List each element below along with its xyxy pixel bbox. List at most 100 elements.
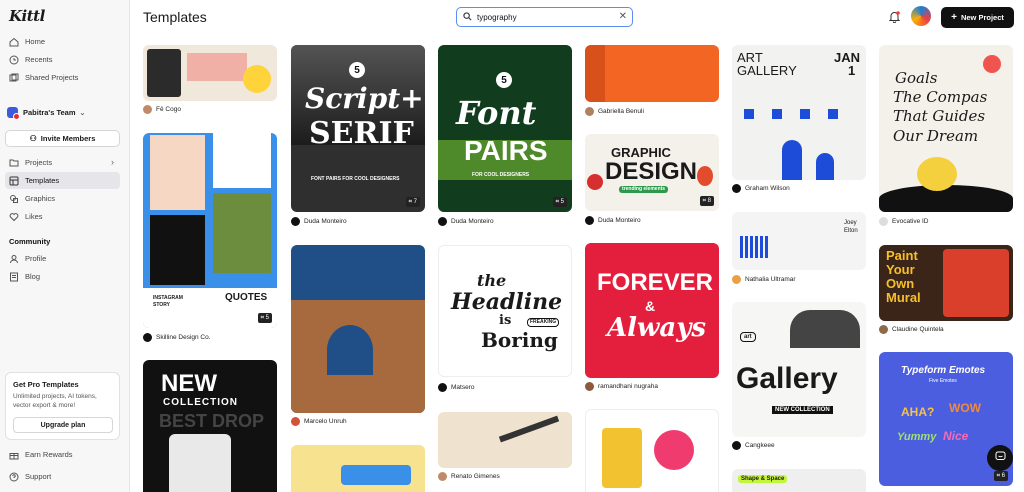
avatar (732, 184, 741, 193)
new-project-button[interactable]: + New Project (941, 7, 1014, 28)
pro-upsell-card: Get Pro Templates Unlimited projects, AI… (5, 372, 120, 440)
template-card[interactable]: Goals The Compas That Guides Our Dream (879, 45, 1013, 212)
card-author[interactable]: Matsero (438, 383, 474, 392)
help-chat-button[interactable] (987, 445, 1013, 471)
template-card[interactable] (291, 245, 425, 413)
avatar (879, 217, 888, 226)
clock-icon (9, 55, 19, 65)
card-text: NEW (161, 370, 217, 397)
sidebar-item-recents[interactable]: Recents (5, 51, 120, 68)
avatar (143, 333, 152, 342)
card-author[interactable]: Duda Monteiro (438, 217, 494, 226)
page-title: Templates (143, 9, 207, 25)
help-circle-icon (9, 472, 19, 482)
avatar (291, 217, 300, 226)
sidebar-item-label: Likes (25, 212, 43, 221)
card-author[interactable]: Claudine Quintela (879, 325, 944, 334)
upgrade-plan-button[interactable]: Upgrade plan (13, 417, 113, 433)
template-card[interactable]: the Headline is Boring FREAKING (438, 245, 572, 377)
sidebar-item-label: Home (25, 37, 46, 46)
bell-icon[interactable] (888, 10, 901, 28)
card-author[interactable]: Cangkeee (732, 441, 775, 450)
card-author[interactable]: Evocative ID (879, 217, 929, 226)
author-name: Gabriella Benuli (598, 108, 644, 115)
template-card[interactable]: Joey Elton (732, 212, 866, 270)
card-text: trending elements (619, 186, 669, 193)
card-text: Script+ (305, 82, 424, 115)
card-author[interactable]: Skilline Design Co. (143, 333, 211, 342)
card-text: FOREVER (597, 269, 714, 296)
card-text: Always (607, 313, 707, 343)
card-author[interactable]: Renato Gimenes (438, 472, 500, 481)
search-input[interactable] (477, 12, 607, 22)
avatar (143, 105, 152, 114)
template-card[interactable]: NEW COLLECTION BEST DROP (143, 360, 277, 492)
template-card[interactable]: INSTAGRAM STORY QUOTES ⌗ 5 (143, 133, 277, 328)
card-text: WOW (949, 401, 981, 415)
sidebar-item-support[interactable]: Support (5, 468, 120, 485)
card-text: That Guides (893, 107, 986, 125)
sidebar-item-label: Blog (25, 272, 41, 281)
template-card[interactable] (585, 45, 719, 102)
team-switcher[interactable]: Pabitra's Team ⌄ (7, 107, 86, 120)
sidebar-item-templates[interactable]: Templates (5, 172, 120, 189)
chat-icon (995, 449, 1006, 467)
sidebar-item-profile[interactable]: Profile (5, 250, 120, 267)
avatar (732, 441, 741, 450)
template-card[interactable] (143, 45, 277, 101)
sidebar-item-earn-rewards[interactable]: Earn Rewards (5, 446, 120, 463)
template-card[interactable] (291, 445, 425, 492)
template-card[interactable] (438, 412, 572, 468)
avatar (585, 382, 594, 391)
clear-search-icon[interactable]: ✕ (619, 11, 627, 22)
card-author[interactable]: Marcelo Unruh (291, 417, 347, 426)
template-card[interactable]: FOREVER & Always (585, 243, 719, 378)
card-text: Mural (886, 290, 921, 305)
page-count: 5 (265, 315, 269, 321)
sidebar-item-likes[interactable]: Likes (5, 208, 120, 225)
card-text: Font (456, 94, 537, 132)
sidebar-item-projects[interactable]: Projects › (5, 154, 120, 171)
author-name: Cangkeee (745, 442, 775, 449)
card-text: FREAKING (527, 318, 560, 327)
avatar (585, 107, 594, 116)
sidebar-item-home[interactable]: Home (5, 33, 120, 50)
search-bar[interactable]: ✕ (456, 7, 633, 27)
sidebar-item-shared-projects[interactable]: Shared Projects (5, 69, 120, 86)
home-icon (9, 37, 19, 47)
sidebar-item-label: Profile (25, 254, 47, 263)
template-card[interactable] (585, 409, 719, 492)
sidebar-item-blog[interactable]: Blog (5, 268, 120, 285)
chevron-down-icon: ⌄ (79, 109, 86, 117)
card-author[interactable]: Nathalia Ultramar (732, 275, 796, 284)
card-author[interactable]: Graham Wilson (732, 184, 790, 193)
template-card[interactable]: ART GALLERY JAN 1 (732, 45, 866, 180)
card-author[interactable]: Duda Monteiro (291, 217, 347, 226)
invite-members-button[interactable]: ⚇ Invite Members (5, 130, 120, 147)
graphics-icon (9, 194, 19, 204)
sidebar-item-label: Templates (25, 176, 60, 185)
template-card[interactable]: GRAPHIC DESIGN trending elements ⌗ 8 (585, 134, 719, 211)
card-text: Headline (451, 289, 563, 315)
template-card[interactable]: Paint Your Own Mural (879, 245, 1013, 321)
template-icon (9, 176, 19, 186)
sidebar-item-graphics[interactable]: Graphics (5, 190, 120, 207)
card-text: SERIF (309, 116, 414, 151)
page-count-badge: ⌗ 5 (257, 313, 272, 323)
page-count-badge: ⌗ 8 (699, 196, 714, 206)
avatar (438, 217, 447, 226)
card-author[interactable]: Fê Cogo (143, 105, 181, 114)
card-author[interactable]: Gabriella Benuli (585, 107, 644, 116)
user-avatar[interactable] (911, 6, 931, 26)
template-card[interactable]: Shape & Space (732, 469, 866, 492)
template-card[interactable]: art Gallery NEW COLLECTION (732, 302, 866, 437)
template-card[interactable]: 5 Font PAIRS FOR COOL DESIGNERS ⌗ 5 (438, 45, 572, 212)
page-count: 7 (413, 199, 417, 205)
template-card[interactable]: 5 Script+ SERIF FONT PAIRS FOR COOL DESI… (291, 45, 425, 212)
card-author[interactable]: Duda Monteiro (585, 216, 641, 225)
card-author[interactable]: ramandhani nugraha (585, 382, 658, 391)
author-name: Duda Monteiro (451, 218, 494, 225)
kittl-logo[interactable]: Kittl (9, 7, 45, 25)
gift-icon (9, 450, 19, 460)
pro-title: Get Pro Templates (13, 380, 79, 389)
